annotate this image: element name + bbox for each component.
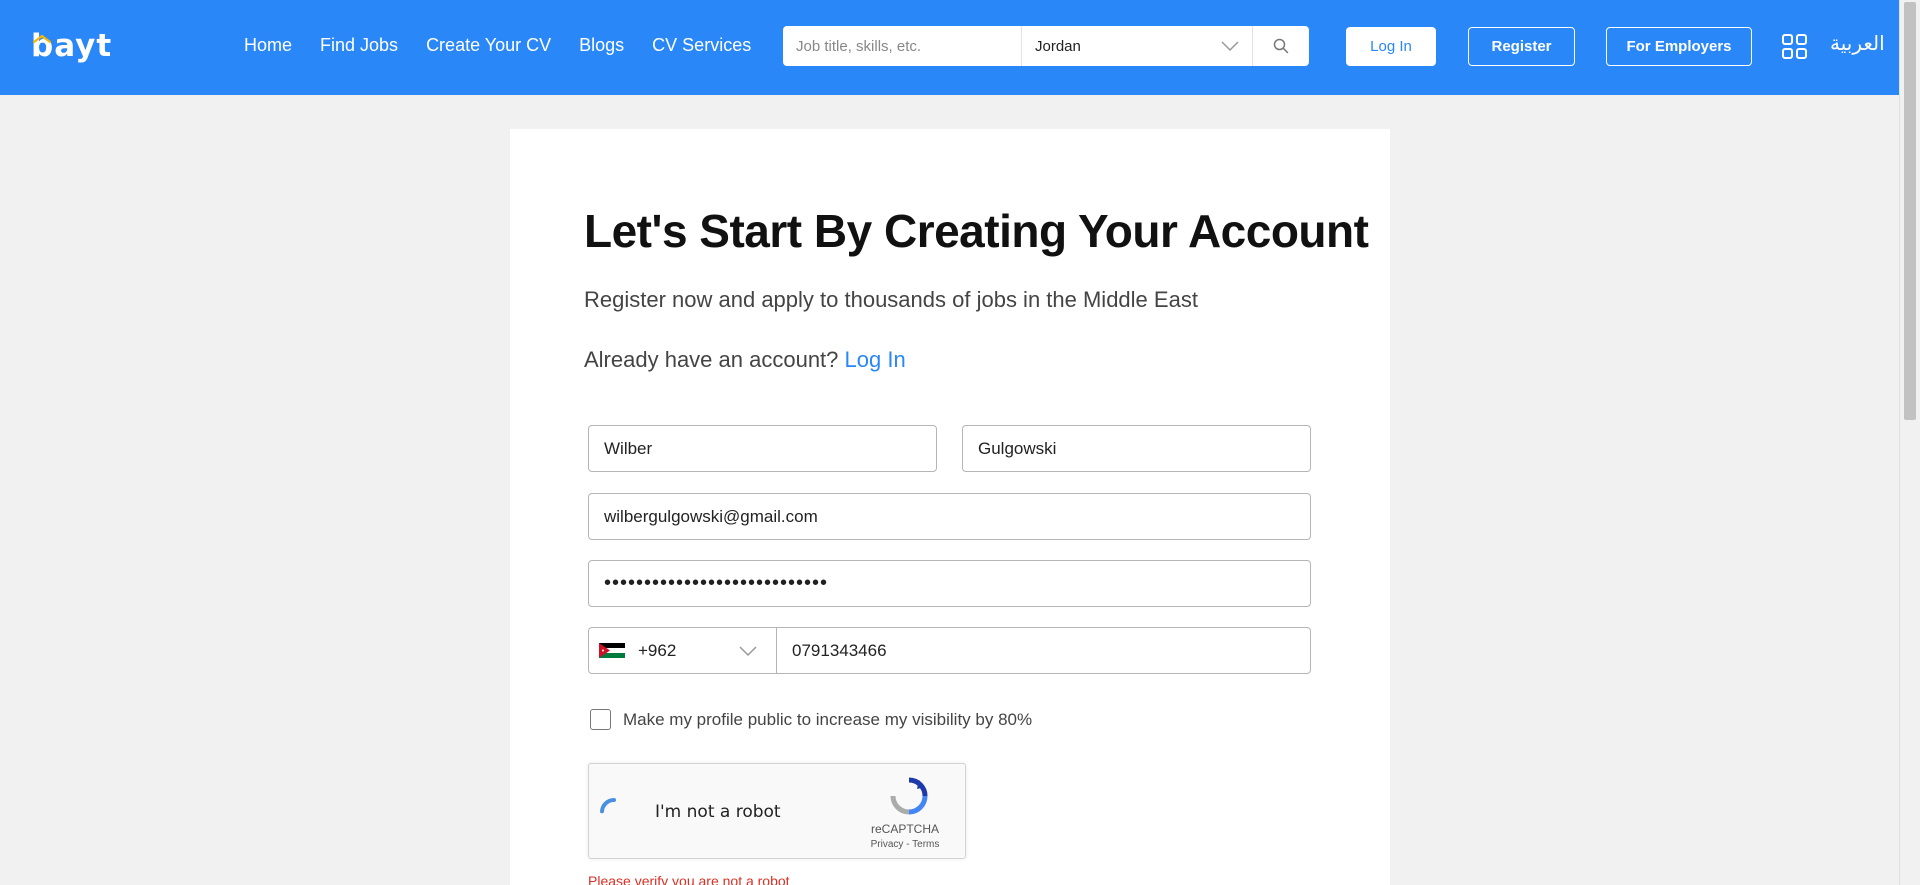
country-select[interactable]: Jordan (1022, 26, 1253, 66)
captcha-error-message: Please verify you are not a robot (588, 873, 790, 885)
search-icon (1273, 38, 1289, 54)
nav-find-jobs[interactable]: Find Jobs (320, 33, 398, 57)
password-input[interactable] (589, 561, 1310, 606)
captcha-spinner-icon[interactable] (599, 797, 629, 827)
first-name-field (588, 425, 937, 472)
nav-cv-services[interactable]: CV Services (652, 33, 751, 57)
nav-blogs[interactable]: Blogs (579, 33, 624, 57)
bayt-logo[interactable]: bayt (31, 31, 112, 62)
nav-create-cv[interactable]: Create Your CV (426, 33, 551, 57)
public-profile-checkbox[interactable] (590, 709, 611, 730)
public-profile-label: Make my profile public to increase my vi… (623, 709, 1033, 729)
country-code-select[interactable]: +962 (589, 628, 777, 673)
email-field (588, 493, 1311, 540)
page-scrollbar[interactable] (1899, 0, 1920, 885)
apps-grid-icon[interactable] (1782, 34, 1807, 59)
page-title: Let's Start By Creating Your Account (584, 205, 1369, 257)
captcha-brand: reCAPTCHA (870, 822, 939, 836)
scrollbar-thumb[interactable] (1904, 2, 1916, 420)
phone-input[interactable] (777, 628, 1310, 673)
registration-card: Let's Start By Creating Your Account Reg… (510, 129, 1390, 885)
top-navigation-bar: bayt Home Find Jobs Create Your CV Blogs… (0, 0, 1899, 95)
last-name-field (962, 425, 1311, 472)
chevron-down-icon (739, 645, 757, 656)
page-subtitle: Register now and apply to thousands of j… (584, 287, 1198, 312)
captcha-label: I'm not a robot (655, 802, 781, 822)
logo-roof-icon (33, 34, 51, 44)
already-have-account: Already have an account? Log In (584, 347, 906, 373)
search-button[interactable] (1253, 26, 1309, 66)
already-have-account-text: Already have an account? (584, 347, 839, 372)
recaptcha-logo-icon (890, 777, 928, 815)
header-login-button[interactable]: Log In (1346, 27, 1436, 66)
dial-code-value: +962 (638, 640, 677, 660)
job-search-input[interactable] (783, 26, 1022, 66)
login-link[interactable]: Log In (845, 347, 906, 372)
first-name-input[interactable] (589, 426, 936, 471)
for-employers-button[interactable]: For Employers (1606, 27, 1752, 66)
main-nav: Home Find Jobs Create Your CV Blogs CV S… (244, 33, 779, 57)
nav-home[interactable]: Home (244, 33, 292, 57)
password-field (588, 560, 1311, 607)
language-switch-link[interactable]: العربية (1830, 31, 1885, 55)
last-name-input[interactable] (963, 426, 1310, 471)
country-select-value: Jordan (1035, 37, 1081, 55)
jordan-flag-icon (599, 643, 625, 658)
chevron-down-icon (1221, 41, 1239, 52)
email-input[interactable] (589, 494, 1310, 539)
recaptcha-widget: I'm not a robot reCAPTCHA Privacy - Term… (588, 763, 966, 859)
header-register-button[interactable]: Register (1468, 27, 1575, 66)
job-search-bar: Jordan (783, 26, 1309, 66)
phone-field: +962 (588, 627, 1311, 674)
captcha-privacy-terms[interactable]: Privacy - Terms (869, 839, 941, 850)
public-profile-option: Make my profile public to increase my vi… (590, 709, 1032, 730)
